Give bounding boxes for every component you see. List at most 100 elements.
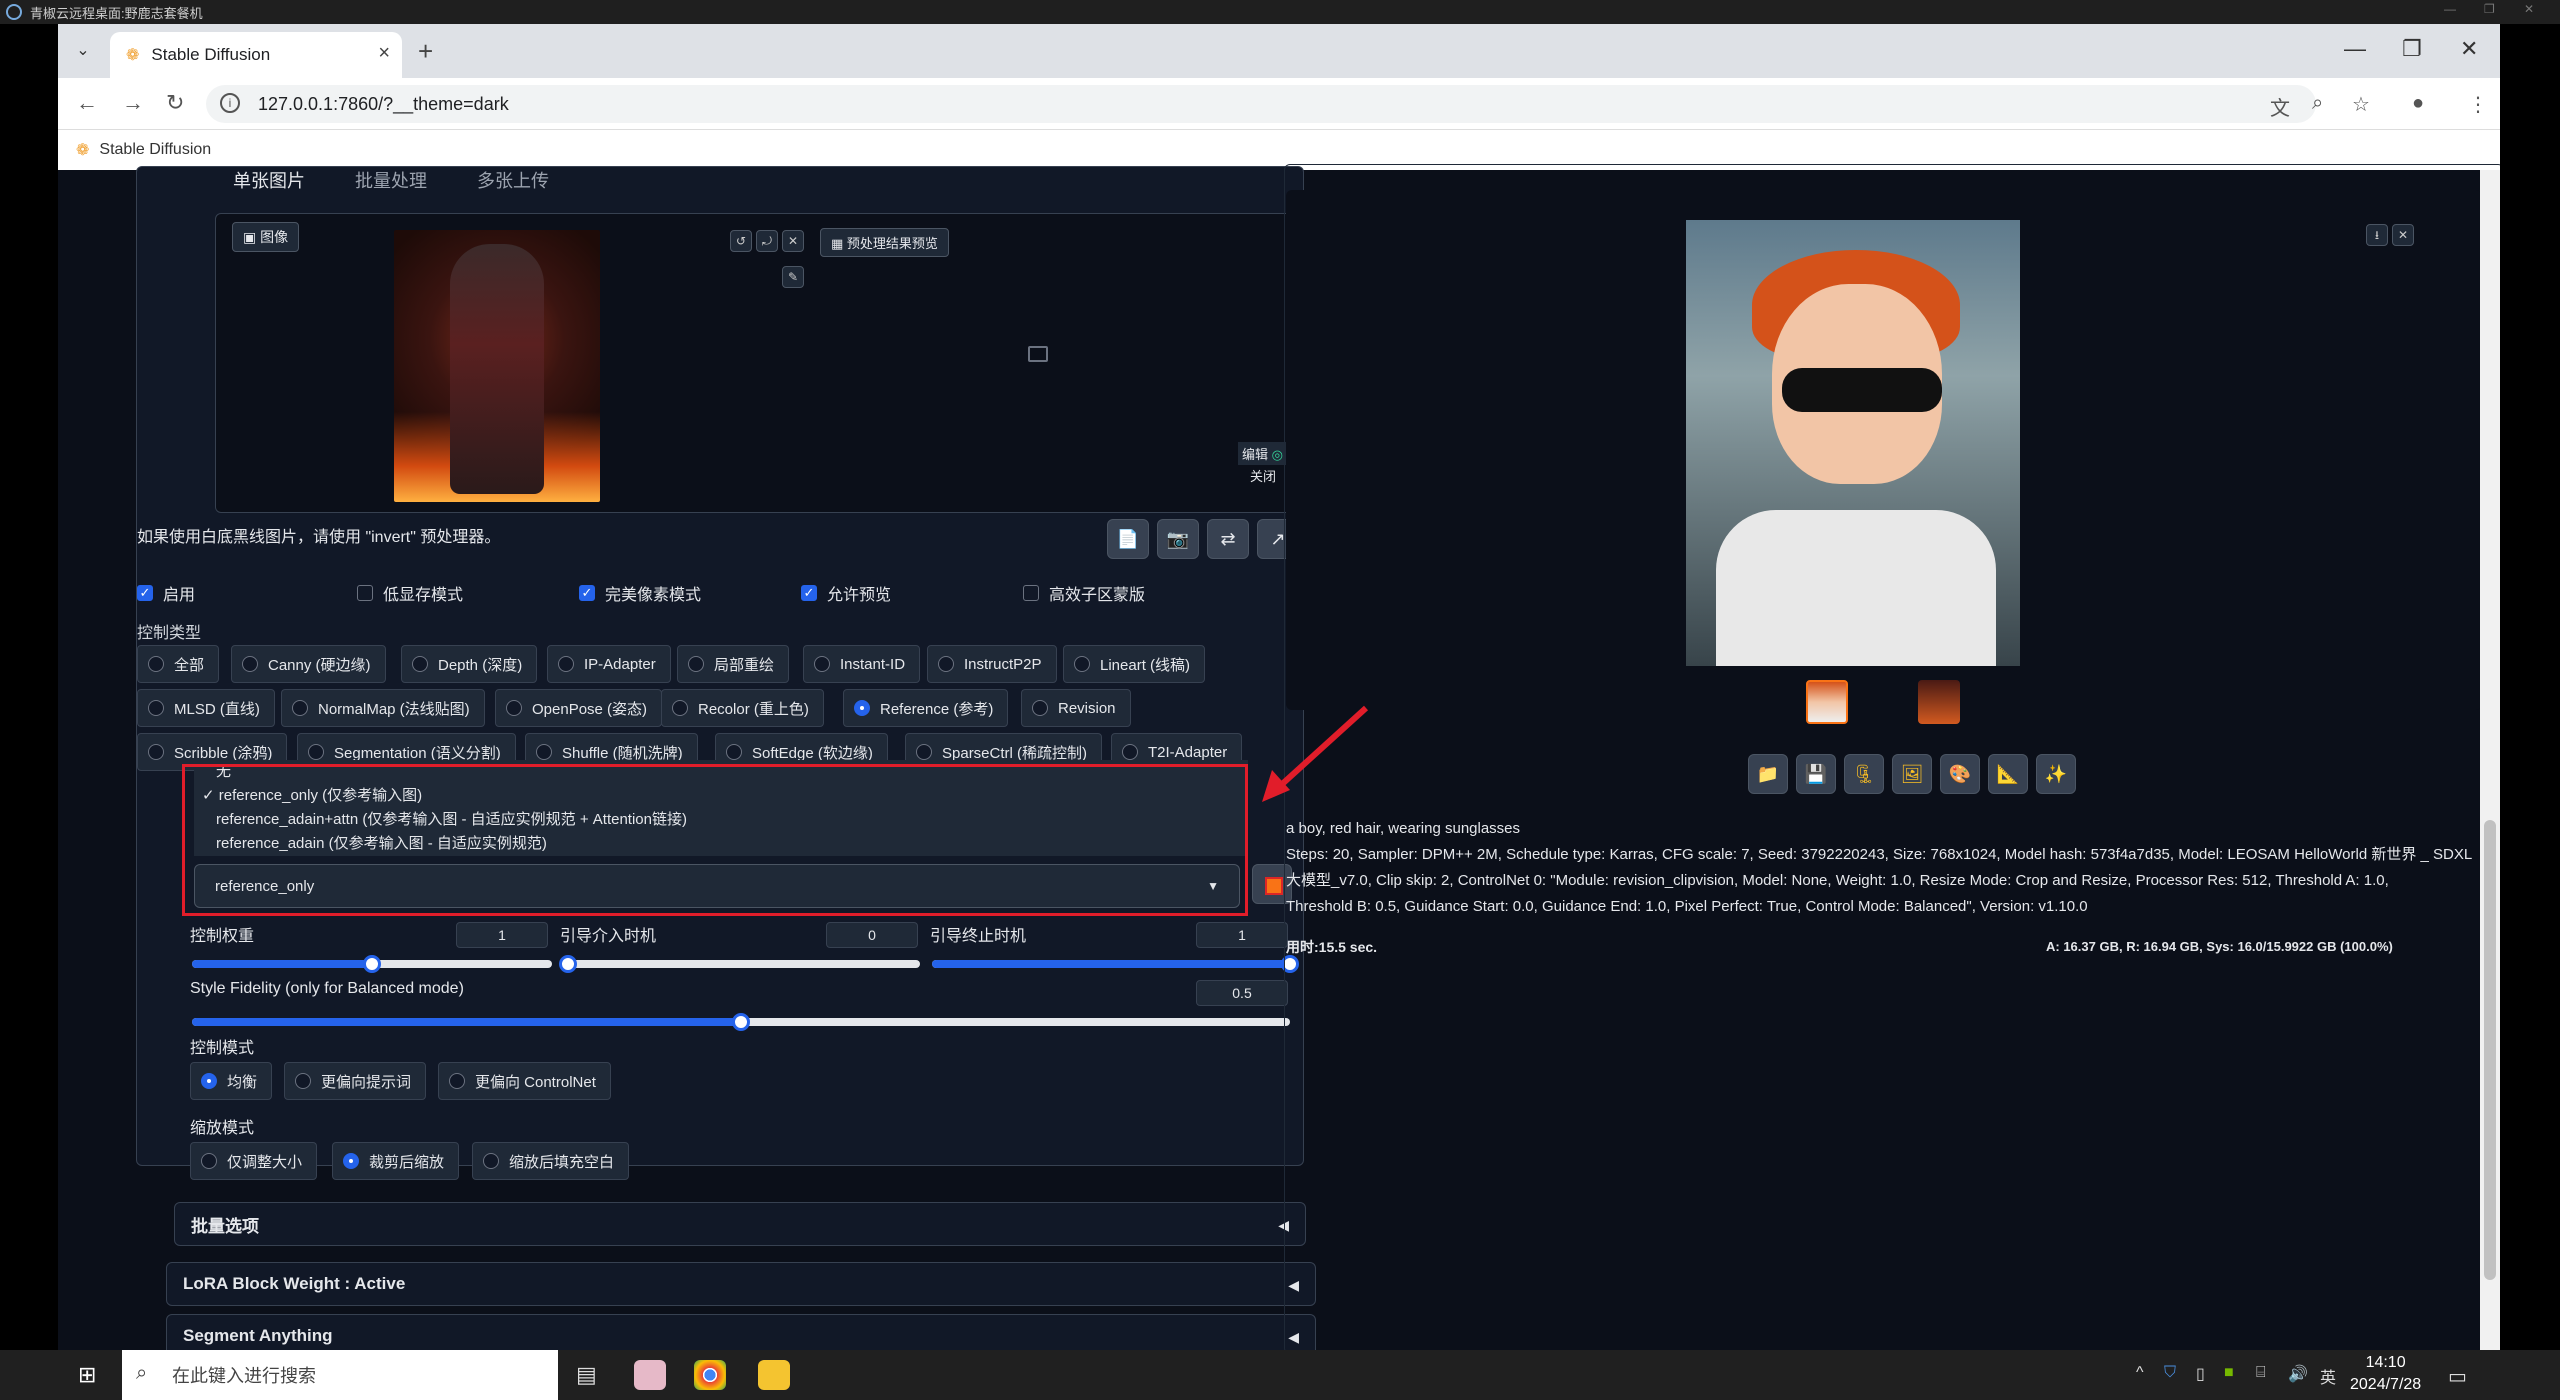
- brush-icon[interactable]: ✎: [782, 266, 804, 288]
- control-mode-balanced[interactable]: 均衡: [190, 1062, 273, 1100]
- file-explorer-icon[interactable]: [758, 1360, 790, 1390]
- accordion-lora-block-weight[interactable]: LoRA Block Weight : Active ◀: [166, 1262, 1316, 1306]
- tray-expand-icon[interactable]: ^: [2136, 1364, 2144, 1382]
- download-icon[interactable]: ⭳: [2366, 224, 2388, 246]
- guidance-start-input[interactable]: 0: [826, 922, 918, 948]
- guidance-end-input[interactable]: 1: [1196, 922, 1288, 948]
- guidance-start-slider[interactable]: [559, 955, 920, 973]
- profile-avatar-icon[interactable]: ●: [2412, 92, 2424, 115]
- taskbar-search-input[interactable]: ⌕ 在此键入进行搜索: [122, 1350, 558, 1400]
- control-type-lineart[interactable]: Lineart (线稿): [1063, 645, 1206, 683]
- save-icon[interactable]: 💾: [1796, 754, 1836, 794]
- minimize-icon[interactable]: —: [2444, 2, 2456, 16]
- control-type-openpose[interactable]: OpenPose (姿态): [495, 689, 663, 727]
- url-input[interactable]: i 127.0.0.1:7860/?__theme=dark: [206, 85, 2316, 123]
- bookmark-star-icon[interactable]: ☆: [2352, 92, 2370, 117]
- control-type-revision[interactable]: Revision: [1021, 689, 1131, 727]
- control-type-canny[interactable]: Canny (硬边缘): [231, 645, 386, 683]
- generated-image[interactable]: [1686, 220, 2020, 666]
- nvidia-icon[interactable]: ■: [2224, 1364, 2234, 1382]
- checkbox-low-vram[interactable]: 低显存模式: [357, 581, 463, 605]
- browser-tab[interactable]: ❁ Stable Diffusion ×: [110, 32, 402, 78]
- tab-close-icon[interactable]: ×: [378, 42, 390, 65]
- resize-mode-just-resize[interactable]: 仅调整大小: [190, 1142, 318, 1180]
- edit-button[interactable]: 编辑 ◎: [1238, 442, 1287, 465]
- chrome-icon[interactable]: [694, 1360, 726, 1390]
- notification-icon[interactable]: ▭: [2448, 1364, 2467, 1389]
- gallery-thumb-1[interactable]: [1806, 680, 1848, 724]
- checkbox-enable[interactable]: ✓ 启用: [137, 581, 195, 605]
- weight-slider[interactable]: [192, 955, 552, 973]
- swap-icon[interactable]: ⇄: [1207, 519, 1249, 559]
- volume-icon[interactable]: 🔊: [2288, 1364, 2308, 1384]
- ime-indicator[interactable]: 英: [2320, 1364, 2336, 1388]
- tab-single-image[interactable]: 单张图片: [223, 167, 315, 207]
- scrollbar-thumb[interactable]: [2484, 820, 2496, 1280]
- open-folder-icon[interactable]: 📁: [1748, 754, 1788, 794]
- close-gallery-icon[interactable]: ✕: [2392, 224, 2414, 246]
- back-icon[interactable]: ←: [76, 90, 98, 116]
- reload-icon[interactable]: ↻: [166, 90, 184, 116]
- more-menu-icon[interactable]: ⋮: [2468, 92, 2488, 117]
- site-info-icon[interactable]: i: [220, 93, 240, 113]
- forward-icon[interactable]: →: [122, 90, 144, 116]
- control-type-局部重绘[interactable]: 局部重绘: [677, 645, 790, 683]
- control-mode-controlnet[interactable]: 更偏向 ControlNet: [438, 1062, 611, 1100]
- new-canvas-icon[interactable]: 📄: [1107, 519, 1149, 559]
- close-icon[interactable]: ✕: [2524, 2, 2534, 16]
- window-minimize-icon[interactable]: —: [2344, 36, 2366, 62]
- send-img2img-icon[interactable]: 🖼: [1892, 754, 1932, 794]
- usb-icon[interactable]: ▯: [2196, 1364, 2205, 1384]
- checkbox-pixel-perfect[interactable]: ✓ 完美像素模式: [579, 581, 701, 605]
- upscale-icon[interactable]: ✨: [2036, 754, 2076, 794]
- control-type-mlsd[interactable]: MLSD (直线): [137, 689, 275, 727]
- camera-icon[interactable]: 📷: [1157, 519, 1199, 559]
- clear-icon[interactable]: ✕: [782, 230, 804, 252]
- control-type-normalmap[interactable]: NormalMap (法线贴图): [281, 689, 485, 727]
- control-type-instant-id[interactable]: Instant-ID: [803, 645, 921, 683]
- preprocessor-preview-button[interactable]: ▦ 预处理结果预览: [820, 228, 949, 257]
- bookmark-item[interactable]: Stable Diffusion: [99, 141, 211, 159]
- tab-batch[interactable]: 批量处理: [345, 167, 437, 207]
- control-type-instructp2p[interactable]: InstructP2P: [927, 645, 1057, 683]
- rotate-icon[interactable]: ⤾: [756, 230, 778, 252]
- task-view-icon[interactable]: ▤: [576, 1362, 597, 1388]
- page-scrollbar[interactable]: [2480, 170, 2500, 1350]
- new-tab-icon[interactable]: +: [418, 36, 433, 67]
- start-icon[interactable]: ⊞: [78, 1362, 96, 1388]
- image-upload-area[interactable]: ▣ 图像 ↺ ⤾ ✕ ✎ ▦ 预处理结果预览 编辑 ◎ 关闭: [215, 213, 1317, 513]
- control-type-reference[interactable]: Reference (参考): [843, 689, 1009, 727]
- tab-search-icon[interactable]: ⌄: [70, 38, 96, 64]
- style-fidelity-input[interactable]: 0.5: [1196, 980, 1288, 1006]
- zip-icon[interactable]: 🗜: [1844, 754, 1884, 794]
- undo-icon[interactable]: ↺: [730, 230, 752, 252]
- weight-input[interactable]: 1: [456, 922, 548, 948]
- control-type-recolor[interactable]: Recolor (重上色): [661, 689, 824, 727]
- control-mode-prompt[interactable]: 更偏向提示词: [284, 1062, 427, 1100]
- window-close-icon[interactable]: ✕: [2460, 36, 2478, 62]
- app-icon-anime[interactable]: [634, 1360, 666, 1390]
- control-type-ip-adapter[interactable]: IP-Adapter: [547, 645, 671, 683]
- gallery-thumb-2[interactable]: [1918, 680, 1960, 724]
- restore-icon[interactable]: ❐: [2484, 2, 2495, 16]
- send-inpaint-icon[interactable]: 🎨: [1940, 754, 1980, 794]
- resize-mode-fill[interactable]: 缩放后填充空白: [472, 1142, 630, 1180]
- style-fidelity-slider[interactable]: [192, 1013, 1290, 1031]
- defender-icon[interactable]: ⛉: [2164, 1364, 2176, 1382]
- send-extras-icon[interactable]: 📐: [1988, 754, 2028, 794]
- control-type-depth[interactable]: Depth (深度): [401, 645, 538, 683]
- close-preview-button[interactable]: 关闭: [1250, 466, 1276, 485]
- checkbox-effective-mask[interactable]: 高效子区蒙版: [1023, 581, 1145, 605]
- network-icon[interactable]: ⌸: [2256, 1364, 2266, 1382]
- accordion-batch-options[interactable]: 批量选项 ◀: [174, 1202, 1306, 1246]
- accordion-segment-anything[interactable]: Segment Anything ◀: [166, 1314, 1316, 1350]
- tab-multi-upload[interactable]: 多张上传: [467, 167, 559, 207]
- checkbox-allow-preview[interactable]: ✓ 允许预览: [801, 581, 891, 605]
- resize-mode-crop[interactable]: 裁剪后缩放: [332, 1142, 460, 1180]
- window-restore-icon[interactable]: ❐: [2402, 36, 2422, 62]
- zoom-icon[interactable]: ⌕: [2312, 92, 2323, 115]
- guidance-end-slider[interactable]: [932, 955, 1299, 973]
- translate-icon[interactable]: 文: [2270, 92, 2290, 121]
- taskbar-clock[interactable]: 14:10 2024/7/28: [2350, 1352, 2421, 1396]
- control-type-全部[interactable]: 全部: [137, 645, 220, 683]
